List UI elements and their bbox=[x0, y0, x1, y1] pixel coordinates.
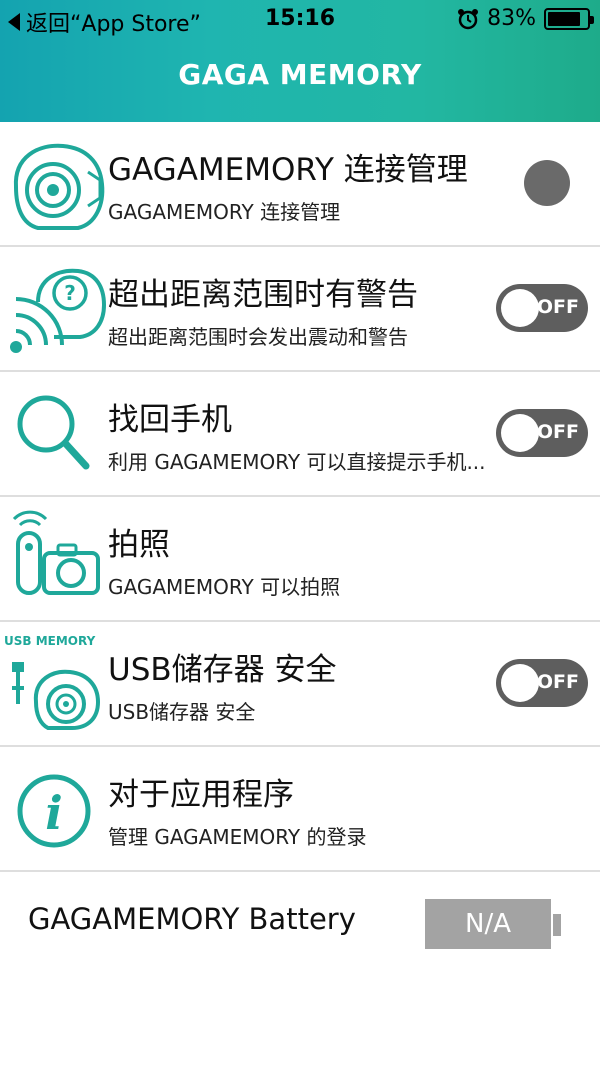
row-subtitle: 管理 GAGAMEMORY 的登录 bbox=[108, 825, 367, 849]
search-icon bbox=[8, 382, 108, 487]
alarm-icon bbox=[457, 8, 479, 30]
connection-status-indicator bbox=[524, 160, 570, 206]
page-title: GAGA MEMORY bbox=[178, 58, 422, 91]
toggle-label: OFF bbox=[536, 296, 579, 318]
status-bar: 返回“App Store” 15:16 83% bbox=[0, 0, 600, 40]
row-title: 找回手机 bbox=[108, 402, 232, 438]
find-phone-toggle[interactable]: OFF bbox=[496, 409, 588, 457]
info-icon: i bbox=[8, 757, 108, 862]
battery-percent: 83% bbox=[487, 6, 536, 31]
device-battery-indicator: N/A bbox=[425, 899, 551, 949]
row-about-app[interactable]: i 对于应用程序 管理 GAGAMEMORY 的登录 bbox=[0, 747, 600, 872]
camera-icon bbox=[8, 507, 108, 612]
range-warning-icon: ? bbox=[8, 257, 108, 362]
row-camera[interactable]: 拍照 GAGAMEMORY 可以拍照 bbox=[0, 497, 600, 622]
row-title: USB储存器 安全 bbox=[108, 652, 337, 688]
svg-text:?: ? bbox=[64, 281, 76, 305]
row-title: 拍照 bbox=[108, 527, 170, 563]
row-usb-memory[interactable]: USB MEMORY USB储存器 安全 USB储存器 安全 OFF bbox=[0, 622, 600, 747]
svg-text:i: i bbox=[45, 786, 62, 840]
device-icon bbox=[8, 132, 108, 237]
usb-memory-toggle[interactable]: OFF bbox=[496, 659, 588, 707]
row-title: 对于应用程序 bbox=[108, 777, 294, 813]
row-title: GAGAMEMORY 连接管理 bbox=[108, 152, 468, 188]
usb-memory-icon-text: USB MEMORY bbox=[4, 634, 96, 648]
toggle-label: OFF bbox=[536, 671, 579, 693]
device-battery-nub bbox=[553, 914, 561, 936]
row-subtitle: GAGAMEMORY 连接管理 bbox=[108, 200, 341, 224]
battery-icon bbox=[544, 7, 594, 30]
row-subtitle: 利用 GAGAMEMORY 可以直接提示手机... bbox=[108, 450, 486, 474]
device-battery-value: N/A bbox=[465, 909, 511, 939]
toggle-knob bbox=[501, 664, 539, 702]
device-battery-row: GAGAMEMORY Battery N/A bbox=[0, 872, 600, 972]
header: 返回“App Store” 15:16 83% GAGA MEMORY bbox=[0, 0, 600, 122]
toggle-knob bbox=[501, 414, 539, 452]
toggle-label: OFF bbox=[536, 421, 579, 443]
usb-memory-icon: USB MEMORY bbox=[4, 632, 108, 737]
row-subtitle: USB储存器 安全 bbox=[108, 700, 256, 724]
status-indicators: 83% bbox=[457, 6, 594, 31]
row-subtitle: 超出距离范围时会发出震动和警告 bbox=[108, 325, 408, 349]
range-warning-toggle[interactable]: OFF bbox=[496, 284, 588, 332]
row-subtitle: GAGAMEMORY 可以拍照 bbox=[108, 575, 341, 599]
row-connection-management[interactable]: GAGAMEMORY 连接管理 GAGAMEMORY 连接管理 bbox=[0, 122, 600, 247]
row-range-warning[interactable]: ? 超出距离范围时有警告 超出距离范围时会发出震动和警告 OFF bbox=[0, 247, 600, 372]
device-battery-label: GAGAMEMORY Battery bbox=[28, 902, 356, 936]
settings-list: GAGAMEMORY 连接管理 GAGAMEMORY 连接管理 ? 超出距离范围… bbox=[0, 122, 600, 972]
toggle-knob bbox=[501, 289, 539, 327]
row-find-phone[interactable]: 找回手机 利用 GAGAMEMORY 可以直接提示手机... OFF bbox=[0, 372, 600, 497]
row-title: 超出距离范围时有警告 bbox=[108, 277, 418, 313]
